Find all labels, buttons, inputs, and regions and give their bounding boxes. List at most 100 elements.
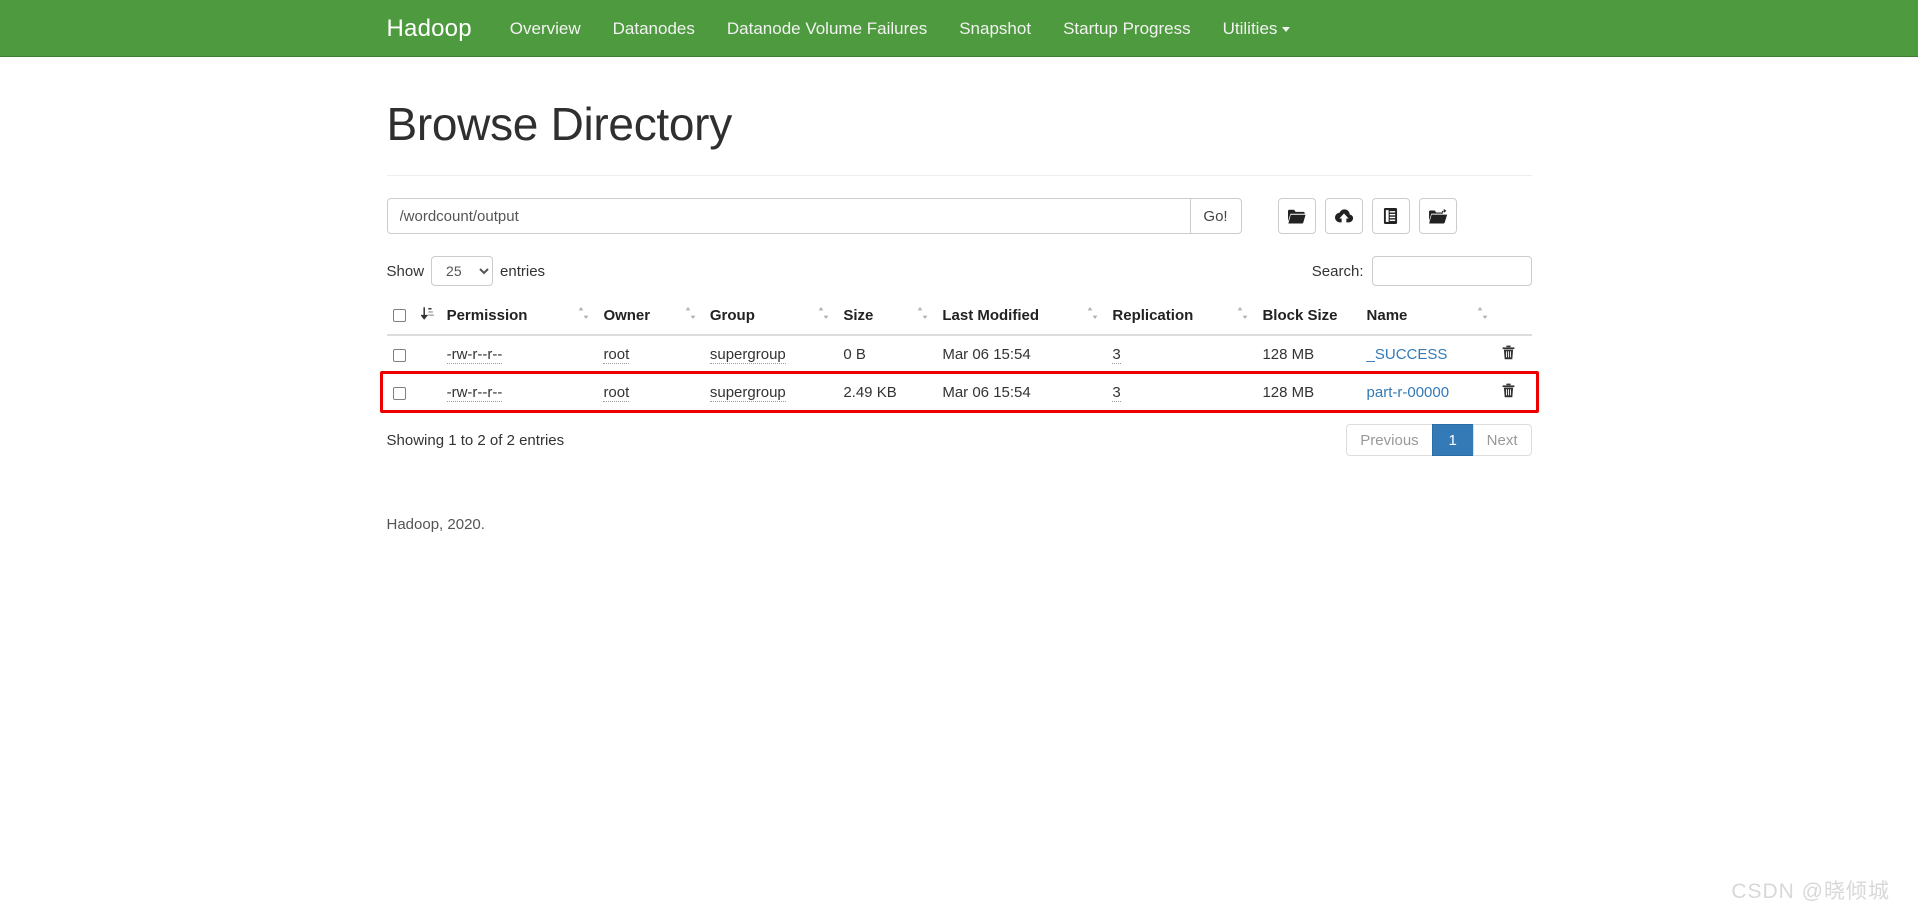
row-spacer-cell (679, 335, 704, 374)
navbar-inner: Hadoop Overview Datanodes Datanode Volum… (387, 0, 1532, 57)
cell-name[interactable]: _SUCCESS (1361, 335, 1472, 374)
csdn-watermark: CSDN @晓倾城 (1731, 880, 1890, 903)
sort-both-icon (1237, 306, 1248, 324)
owner-value: root (603, 346, 630, 365)
search-label: Search: (1311, 262, 1364, 280)
delete-file-button[interactable] (1502, 383, 1515, 401)
sort-both-icon (685, 306, 696, 324)
row-spacer-cell (572, 335, 597, 374)
browse-snapshot-button[interactable] (1418, 198, 1457, 234)
path-action-buttons (1277, 198, 1457, 234)
nav-item-utilities[interactable]: Utilities (1207, 0, 1307, 57)
nav-item-overview[interactable]: Overview (494, 0, 597, 57)
cell-last-modified: Mar 06 15:54 (936, 373, 1082, 412)
cell-actions[interactable] (1496, 373, 1532, 412)
table-row[interactable]: -rw-r--r-- root supergroup 0 B Mar 06 15… (387, 335, 1532, 374)
cell-replication: 3 (1106, 335, 1231, 374)
cell-actions[interactable] (1496, 335, 1531, 374)
permission-value: -rw-r--r-- (446, 346, 503, 365)
pagination-previous[interactable]: Previous (1346, 424, 1433, 457)
header-group[interactable]: Group (703, 298, 813, 337)
search-input[interactable] (1371, 256, 1532, 286)
cut-paste-button[interactable] (1371, 198, 1410, 234)
entries-label: entries (500, 262, 546, 280)
header-replication[interactable]: Replication (1106, 298, 1232, 337)
cell-owner: root (597, 373, 679, 412)
header-actions (1496, 298, 1532, 337)
header-block-size[interactable]: Block Size (1256, 298, 1361, 337)
nav-item-startup-progress[interactable]: Startup Progress (1047, 0, 1207, 57)
file-list-icon (1383, 207, 1398, 225)
files-table-body: -rw-r--r-- root supergroup 0 B Mar 06 15… (386, 335, 1532, 412)
header-sort-last-modified[interactable] (911, 298, 937, 337)
row-spacer-cell (911, 373, 937, 412)
cell-replication: 3 (1106, 373, 1232, 412)
row-spacer-cell (678, 373, 704, 412)
row-select-cell[interactable] (387, 335, 415, 374)
header-sort-owner[interactable] (572, 298, 598, 337)
cell-permission: -rw-r--r-- (440, 373, 573, 412)
pagination-next[interactable]: Next (1472, 424, 1532, 457)
path-bar-row: Go! (386, 198, 1532, 234)
cell-block-size: 128 MB (1256, 373, 1361, 412)
cell-permission: -rw-r--r-- (441, 335, 573, 374)
page-footer: Hadoop, 2020. (386, 516, 485, 534)
header-size-label: Size (843, 306, 874, 324)
entries-length-select[interactable]: 25 50 100 (431, 256, 494, 286)
header-sort-indicator[interactable] (414, 298, 441, 337)
path-input-group: Go! (386, 198, 1242, 234)
nav-item-snapshot[interactable]: Snapshot (943, 0, 1047, 57)
trash-icon (1502, 383, 1515, 401)
file-name-link[interactable]: _SUCCESS (1367, 346, 1448, 363)
sort-both-icon (917, 306, 928, 324)
table-footer: Showing 1 to 2 of 2 entries Previous 1 N… (386, 424, 1532, 457)
cell-name[interactable]: part-r-00000 (1360, 373, 1472, 412)
nav-item-datanodes[interactable]: Datanodes (597, 0, 711, 57)
folder-icon (1287, 208, 1306, 225)
pagination-page-1[interactable]: 1 (1431, 424, 1474, 457)
sort-both-icon (1477, 306, 1488, 324)
table-row[interactable]: -rw-r--r-- root supergroup 2.49 KB Mar 0… (386, 373, 1532, 412)
header-name[interactable]: Name (1360, 298, 1472, 337)
row-spacer-cell (812, 335, 837, 374)
header-last-modified-label: Last Modified (942, 306, 1040, 324)
search-control: Search: (1312, 256, 1532, 286)
header-select-all[interactable] (386, 298, 415, 337)
header-sort-size[interactable] (812, 298, 838, 337)
page-title: Browse Directory (386, 98, 733, 150)
row-checkbox[interactable] (392, 386, 406, 400)
entries-length-control: Show 25 50 100 entries (387, 256, 546, 286)
files-table: Permission Owner Group Size Last Modifie… (386, 298, 1532, 412)
nav-links: Overview Datanodes Datanode Volume Failu… (494, 0, 1307, 57)
header-owner-label: Owner (603, 306, 651, 324)
nav-item-datanode-volume-failures[interactable]: Datanode Volume Failures (711, 0, 943, 57)
header-sort-name[interactable] (1471, 298, 1497, 337)
delete-file-button[interactable] (1502, 345, 1515, 363)
row-select-cell[interactable] (386, 373, 415, 412)
brand-hadoop[interactable]: Hadoop (387, 0, 494, 57)
folder-open-icon (1428, 208, 1448, 225)
upload-files-button[interactable] (1324, 198, 1363, 234)
row-spacer-cell (1081, 373, 1107, 412)
go-button[interactable]: Go! (1189, 198, 1242, 234)
cell-block-size: 128 MB (1262, 346, 1315, 364)
create-directory-button[interactable] (1277, 198, 1316, 234)
header-sort-block-size[interactable] (1231, 298, 1257, 337)
permission-value: -rw-r--r-- (446, 384, 503, 403)
header-owner[interactable]: Owner (597, 298, 679, 337)
replication-value: 3 (1112, 384, 1121, 403)
header-sort-replication[interactable] (1081, 298, 1107, 337)
file-name-link[interactable]: part-r-00000 (1367, 384, 1450, 401)
header-size[interactable]: Size (837, 298, 912, 337)
header-permission[interactable]: Permission (440, 298, 573, 337)
row-checkbox[interactable] (392, 348, 406, 362)
group-value: supergroup (709, 384, 786, 403)
select-all-checkbox[interactable] (392, 309, 406, 323)
cell-group: supergroup (704, 335, 812, 374)
table-info: Showing 1 to 2 of 2 entries (386, 431, 565, 449)
header-last-modified[interactable]: Last Modified (936, 298, 1082, 337)
header-sort-group[interactable] (678, 298, 704, 337)
path-input[interactable] (386, 198, 1190, 234)
files-table-head: Permission Owner Group Size Last Modifie… (386, 298, 1532, 337)
cell-size: 0 B (843, 346, 866, 364)
